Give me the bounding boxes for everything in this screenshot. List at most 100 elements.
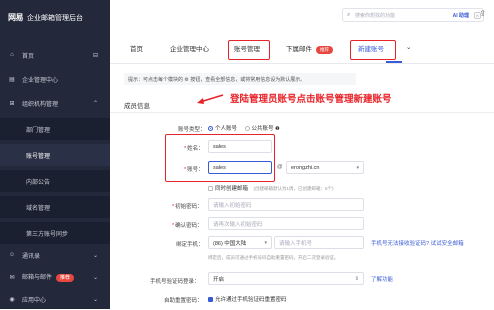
chevron-up-icon: ⌃	[92, 100, 98, 107]
sidebar-item-departments[interactable]: 部门管理	[0, 118, 110, 140]
phone-hint: 绑定后，成员可通过手机号码自助重置密码，开启二次登录验证。	[208, 255, 339, 260]
sidebar-item-label: 内部公告	[26, 179, 51, 186]
sidebar-item-label: 应用中心	[22, 297, 47, 304]
sidebar-item-label: 组织机构管理	[22, 101, 59, 108]
sidebar-item-label: 邮箱与邮件 推荐	[22, 272, 75, 282]
sidebar-item-announcements[interactable]: 内部公告	[0, 170, 110, 192]
verify-login-select[interactable]: 开启 ⇕	[208, 272, 364, 285]
init-pwd-label-text: 初始密码：	[175, 204, 203, 210]
search-input[interactable]: ⌕ 搜索你想找的功能 AI 助理 K	[342, 8, 484, 22]
radio-personal-label: 个人账号	[215, 126, 238, 132]
sidebar-item-label: 通讯录	[22, 253, 41, 260]
sidebar-item-contacts[interactable]: ☺ 通讯录 ⌄	[0, 244, 110, 266]
chevron-down-icon: ⌄	[92, 252, 98, 259]
ai-assistant-button[interactable]: AI 助理	[453, 12, 469, 19]
annotation-text: 登陆管理员账号点击账号管理新建账号	[230, 94, 392, 105]
building-icon: ▤	[9, 76, 15, 83]
arrow-icon	[197, 94, 224, 104]
collapse-icon[interactable]: ⊟	[93, 52, 98, 59]
search-icon: ⌕	[347, 11, 351, 18]
sidebar-item-label: 企业管理中心	[22, 77, 59, 84]
self-reset-checkbox[interactable]	[208, 297, 213, 303]
search-placeholder: 搜索你想找的功能	[355, 12, 396, 19]
app-logo: 网易 企业邮箱管理后台	[8, 12, 83, 23]
country-code-select[interactable]: (86) 中国大陆 ▾	[208, 236, 272, 249]
sidebar-item-org[interactable]: ⊞ 组织机构管理 ⌃	[0, 92, 110, 114]
highlight-new-account-tab	[350, 40, 396, 60]
radio-personal[interactable]	[208, 126, 213, 132]
account-type-label: 账号类型：	[178, 127, 206, 133]
contacts-icon: ☺	[8, 252, 16, 258]
name-label-text: 姓名：	[187, 146, 204, 152]
tip-bar: 提示：可点击每个模块的 ⚙ 按钮，查看全部信息，或将常用信息设为默认展示。	[124, 73, 356, 85]
learn-more-link[interactable]: 了解功能	[371, 275, 393, 283]
name-input[interactable]: sales	[208, 140, 272, 153]
divider	[110, 112, 494, 113]
account-input[interactable]: sales	[208, 161, 272, 174]
apps-icon: ◉	[9, 296, 15, 303]
phone-input[interactable]: 请输入手机号	[274, 236, 364, 249]
app-title: 企业邮箱管理后台	[27, 14, 83, 22]
sync-create-checkbox[interactable]	[208, 186, 213, 192]
country-code-value: (86) 中国大陆	[213, 240, 247, 247]
tab-enterprise[interactable]: 企业管理中心	[170, 43, 209, 53]
verify-login-value: 开启	[213, 276, 225, 283]
chevron-down-icon: ⌄	[92, 274, 98, 281]
phone-label: 绑定手机：	[176, 242, 204, 248]
section-title: 成员信息	[124, 103, 150, 110]
verify-login-label: 手机号验证码登录：	[150, 279, 200, 285]
sync-create-label: 同时创建邮箱	[215, 186, 249, 192]
active-tab-indicator	[386, 61, 402, 63]
confirm-pwd-label: *确认密码：	[172, 223, 203, 229]
sidebar-item-label: 部门管理	[26, 127, 51, 134]
tab-home[interactable]: 首页	[130, 43, 143, 53]
logo-mark: 网易	[8, 13, 24, 22]
home-icon: ⌂	[10, 52, 14, 58]
confirm-password-input[interactable]: 请再次输入初始密码	[208, 217, 364, 230]
upload-icon[interactable]: ⇪	[479, 9, 486, 18]
sync-create-hint: (创建邮箱默认为1周，已创建邮箱：5个)	[253, 186, 334, 191]
org-icon: ⊞	[9, 100, 15, 107]
recommend-badge: 推荐	[56, 274, 75, 282]
domain-select[interactable]: erongzhi.cn ▾	[286, 161, 364, 174]
sidebar-item-label: 域名管理	[26, 205, 51, 212]
at-symbol: @	[277, 164, 283, 170]
top-bar: ⌕ 搜索你想找的功能 AI 助理 K ⇪	[110, 0, 494, 34]
tab-more[interactable]: ⌄	[406, 43, 411, 51]
account-label: *账号：	[184, 167, 204, 173]
sidebar-item-apps[interactable]: ◉ 应用中心 ⌄	[0, 288, 110, 310]
sidebar-item-label: 首页	[22, 53, 35, 60]
chevron-down-icon: ⇕	[354, 275, 359, 282]
confirm-pwd-label-text: 确认密码：	[175, 223, 203, 229]
sidebar-item-label: 账号管理	[26, 153, 51, 160]
chevron-down-icon: ▾	[264, 239, 267, 246]
info-icon[interactable]: ❶	[275, 126, 279, 132]
highlight-account-tab	[228, 40, 270, 60]
domain-value: erongzhi.cn	[291, 164, 320, 171]
self-reset-row: 允许通过手机验证码重置密码	[208, 295, 287, 303]
sidebar: 网易 企业邮箱管理后台 ⌂ 首页 ⊟ ▤ 企业管理中心 ⊞ 组织机构管理 ⌃ 部…	[0, 0, 110, 309]
sidebar-item-enterprise[interactable]: ▤ 企业管理中心	[0, 68, 110, 90]
self-reset-value: 允许通过手机验证码重置密码	[215, 297, 287, 303]
tab-label: 下属邮件	[286, 46, 312, 53]
init-pwd-label: *初始密码：	[172, 204, 203, 210]
account-label-text: 账号：	[187, 167, 204, 173]
sidebar-item-domains[interactable]: 域名管理	[0, 196, 110, 218]
sidebar-item-label: 第三方账号同步	[26, 231, 69, 238]
sidebar-item-home[interactable]: ⌂ 首页 ⊟	[0, 44, 110, 66]
tab-sub-mail[interactable]: 下属邮件 推荐	[286, 43, 333, 54]
init-password-input[interactable]: 请输入初始密码	[208, 198, 364, 211]
name-label: *姓名：	[184, 146, 204, 152]
tab-bar: 首页 企业管理中心 账号管理 下属邮件 推荐 新建账号 ⌄	[110, 34, 494, 64]
chevron-down-icon: ▾	[356, 164, 359, 171]
sidebar-item-text: 邮箱与邮件	[22, 275, 53, 281]
sidebar-item-accounts[interactable]: 账号管理	[0, 144, 110, 166]
security-email-link[interactable]: 手机号无法接收验证码? 试试安全邮箱	[371, 239, 464, 247]
radio-public-label: 公共账号	[251, 126, 274, 132]
sidebar-item-third-party-sync[interactable]: 第三方账号同步	[0, 222, 110, 244]
chevron-down-icon: ⌄	[92, 296, 98, 303]
recommend-badge: 推荐	[316, 46, 333, 54]
radio-public[interactable]	[244, 126, 250, 132]
sidebar-item-mail[interactable]: ✉ 邮箱与邮件 推荐 ⌄	[0, 266, 110, 288]
mail-icon: ✉	[9, 274, 15, 281]
